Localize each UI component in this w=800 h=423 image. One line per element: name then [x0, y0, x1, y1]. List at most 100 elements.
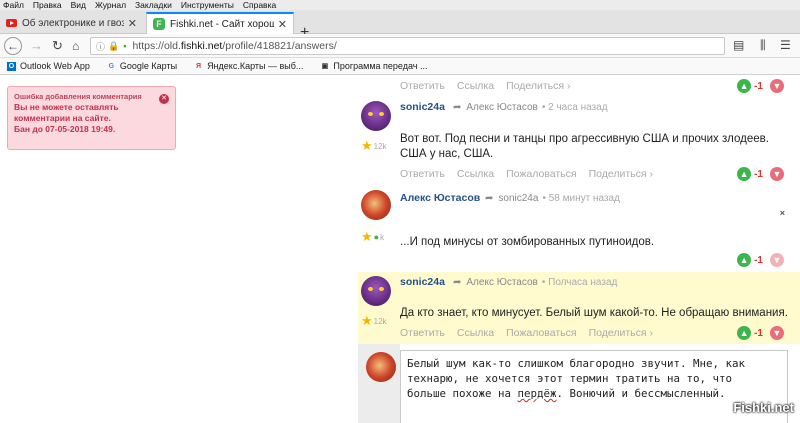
menu-edit[interactable]: Правка: [33, 0, 62, 10]
reply-to-author[interactable]: Алекс Юстасов: [466, 277, 537, 288]
fishki-favicon-icon: F: [153, 18, 165, 30]
link-link[interactable]: Ссылка: [457, 327, 494, 339]
reply-link[interactable]: Ответить: [400, 168, 445, 180]
misspelled-word: пердёж: [517, 387, 557, 400]
share-link[interactable]: Поделиться ›: [506, 80, 570, 92]
share-link[interactable]: Поделиться ›: [589, 327, 653, 339]
close-tab-icon[interactable]: ✕: [278, 18, 287, 31]
home-button[interactable]: ⌂: [72, 37, 79, 55]
comment-score: -1: [754, 327, 763, 339]
bookmark-label: Google Карты: [119, 61, 178, 71]
thumbs-up-icon[interactable]: ▲: [737, 79, 752, 93]
editor-line: больше похоже на пердёж. Вонючий и бессм…: [407, 387, 726, 400]
error-title: Ошибка добавления комментария: [14, 92, 142, 101]
error-notification: Ошибка добавления комментария Вы не може…: [7, 86, 176, 150]
bookmark-outlook[interactable]: O Outlook Web App: [7, 61, 90, 71]
tab-electronics[interactable]: Об электронике и гвоздях госу ✕: [0, 12, 143, 34]
report-link[interactable]: Пожаловаться: [506, 168, 577, 180]
lock-icon[interactable]: 🔒: [108, 41, 119, 52]
bookmark-tv-program[interactable]: ▣ Программа передач ...: [320, 61, 428, 71]
page-content: Ошибка добавления комментария Вы не може…: [0, 76, 800, 423]
bookmark-label: Outlook Web App: [20, 61, 90, 71]
menu-icon[interactable]: ☰: [780, 38, 791, 52]
menu-bookmarks[interactable]: Закладки: [135, 0, 172, 10]
comment-actions-partial: Ответить Ссылка Поделиться › ▲ -1 ▼: [358, 76, 800, 98]
close-tab-icon[interactable]: ✕: [128, 17, 137, 30]
thumbs-up-icon[interactable]: ▲: [737, 167, 752, 181]
comment-item: ★ 12k sonic24a ➦ Алекс Юстасов • 2 часа …: [358, 98, 800, 184]
link-link[interactable]: Ссылка: [457, 80, 494, 92]
tab-bar: Об электронике и гвоздях госу ✕ F Fishki…: [0, 10, 800, 41]
star-icon: ★: [361, 313, 373, 328]
link-link[interactable]: Ссылка: [457, 168, 494, 180]
url-text: https://old.fishki.net/profile/418821/an…: [132, 40, 337, 52]
comment-author[interactable]: Алекс Юстасов: [400, 192, 480, 204]
google-icon: G: [108, 62, 115, 70]
back-button[interactable]: ←: [4, 37, 22, 55]
vote-controls: ▲ -1 ▼: [737, 79, 784, 93]
close-notification-icon[interactable]: ✕: [159, 94, 169, 104]
close-icon[interactable]: ×: [780, 208, 785, 218]
comment-author[interactable]: sonic24a: [400, 101, 445, 113]
online-status-icon: ●: [373, 232, 380, 242]
comment-actions: Ответить Ссылка Пожаловаться Поделиться …: [400, 168, 665, 180]
thumbs-down-icon[interactable]: ▼: [770, 253, 784, 267]
reply-to-author[interactable]: Алекс Юстасов: [466, 102, 537, 113]
bookmark-google-maps[interactable]: G Google Карты: [107, 61, 177, 71]
reply-link[interactable]: Ответить: [400, 327, 445, 339]
forward-button[interactable]: →: [30, 37, 43, 55]
error-ban-date: Бан до 07-05-2018 19:49.: [14, 124, 116, 134]
menu-file[interactable]: Файл: [3, 0, 24, 10]
outlook-icon: O: [7, 61, 16, 71]
menu-view[interactable]: Вид: [71, 0, 86, 10]
thumbs-up-icon[interactable]: ▲: [737, 326, 752, 340]
star-icon: ★: [361, 229, 373, 244]
avatar[interactable]: [361, 276, 391, 306]
thumbs-down-icon[interactable]: ▼: [770, 79, 784, 93]
reader-view-icon[interactable]: ▤: [733, 38, 744, 52]
menu-bar: Файл Правка Вид Журнал Закладки Инструме…: [0, 0, 800, 10]
rank-value: 12k: [373, 316, 387, 326]
star-icon: ★: [361, 138, 373, 153]
reply-to-author[interactable]: sonic24a: [498, 193, 538, 204]
avatar[interactable]: [361, 101, 391, 131]
address-bar[interactable]: ⓘ 🔒 ▪ https://old.fishki.net/profile/418…: [90, 37, 725, 55]
menu-history[interactable]: Журнал: [95, 0, 126, 10]
tab-fishki[interactable]: F Fishki.net - Сайт хорошего на ✕: [146, 12, 294, 34]
yandex-icon: Я: [196, 62, 202, 70]
tab-title: Fishki.net - Сайт хорошего на: [170, 18, 274, 30]
thumbs-down-icon[interactable]: ▼: [770, 326, 784, 340]
youtube-icon: [6, 19, 17, 27]
user-rank: ★ ● k: [361, 229, 384, 245]
rank-value: 12k: [373, 141, 387, 151]
permissions-icon[interactable]: ▪: [123, 41, 126, 51]
reply-textarea[interactable]: Белый шум как-то слишком благородно звуч…: [400, 350, 788, 423]
rank-value: k: [380, 232, 385, 242]
editor-gutter: [358, 344, 400, 423]
user-rank: ★ 12k: [361, 138, 387, 154]
menu-tools[interactable]: Инструменты: [181, 0, 234, 10]
error-message-line: комментарии на сайте.: [14, 113, 111, 123]
bookmark-yandex-maps[interactable]: Я Яндекс.Карты — выб...: [194, 61, 303, 71]
comment-text: ...И под минусы от зомбированных путинои…: [400, 236, 655, 248]
comment-time: • 2 часа назад: [541, 102, 608, 113]
menu-help[interactable]: Справка: [243, 0, 276, 10]
report-link[interactable]: Пожаловаться: [506, 327, 577, 339]
thumbs-down-icon[interactable]: ▼: [770, 167, 784, 181]
reply-arrow-icon: ➦: [453, 102, 462, 113]
reply-link[interactable]: Ответить: [400, 80, 445, 92]
bookmark-label: Программа передач ...: [333, 61, 428, 71]
info-icon[interactable]: ⓘ: [96, 40, 105, 53]
comment-text: Да кто знает, кто минусует. Белый шум ка…: [400, 307, 788, 319]
tv-icon: ▣: [321, 63, 329, 70]
library-icon[interactable]: ⫼: [760, 38, 766, 53]
vote-controls: ▲ -1 ▼: [737, 167, 784, 181]
share-link[interactable]: Поделиться ›: [589, 168, 653, 180]
site-watermark: Fishki.net: [733, 400, 794, 415]
comment-author[interactable]: sonic24a: [400, 276, 445, 288]
comment-time: • Полчаса назад: [541, 277, 618, 288]
reply-to: ➦ sonic24a • 58 минут назад: [485, 193, 620, 204]
thumbs-up-icon[interactable]: ▲: [737, 253, 752, 267]
reload-button[interactable]: ↻: [52, 37, 63, 55]
avatar[interactable]: [361, 190, 391, 220]
